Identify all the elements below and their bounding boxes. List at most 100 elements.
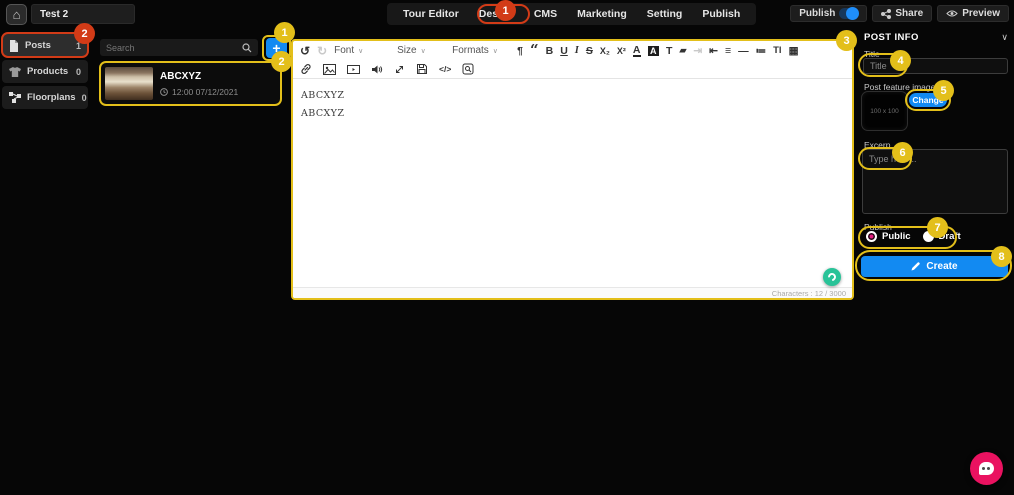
radio-unselected-icon xyxy=(923,231,934,242)
table-icon[interactable]: ▦ xyxy=(789,45,799,57)
editor-toolbar-row2: </> xyxy=(293,60,852,79)
publish-toggle-label: Publish xyxy=(799,8,835,19)
radio-public-label: Public xyxy=(882,231,911,242)
superscript-icon[interactable]: X² xyxy=(617,46,626,56)
sidebar-item-label: Products xyxy=(27,66,70,77)
home-button[interactable]: ⌂ xyxy=(6,4,27,25)
feature-image-placeholder: 100 x 100 xyxy=(861,91,908,131)
toggle-knob xyxy=(846,7,859,20)
indent-icon[interactable]: ⇥ xyxy=(693,45,702,57)
text-style-icon[interactable]: T xyxy=(666,45,672,57)
preview-icon[interactable] xyxy=(462,63,474,75)
underline-icon[interactable]: U xyxy=(560,45,568,57)
tab-marketing[interactable]: Marketing xyxy=(567,8,637,20)
tab-tour-editor[interactable]: Tour Editor xyxy=(393,8,469,20)
widget-ring-icon xyxy=(826,271,837,282)
editor-line: ABCXYZ xyxy=(301,90,844,101)
preview-label: Preview xyxy=(962,8,1000,19)
sidebar-item-posts[interactable]: Posts 1 xyxy=(2,34,88,57)
app-window: ⌂ Tour Editor Design CMS Marketing Setti… xyxy=(0,0,1014,495)
post-meta: ABCXYZ 12:00 07/12/2021 xyxy=(160,71,238,97)
post-datetime: 12:00 07/12/2021 xyxy=(160,87,238,97)
title-input[interactable] xyxy=(863,58,1008,74)
subscript-icon[interactable]: X₂ xyxy=(600,46,610,56)
fullscreen-icon[interactable] xyxy=(394,64,405,75)
radio-selected-icon xyxy=(866,231,877,242)
radio-draft[interactable]: Draft xyxy=(923,231,961,242)
sidebar-item-label: Floorplans xyxy=(27,92,76,103)
editor-content[interactable]: ABCXYZ ABCXYZ xyxy=(293,79,852,287)
horizontal-rule-icon[interactable]: — xyxy=(738,45,749,57)
tab-design[interactable]: Design xyxy=(469,8,524,20)
blockquote-icon[interactable]: “ xyxy=(530,44,539,57)
tab-setting[interactable]: Setting xyxy=(637,8,693,20)
video-icon[interactable] xyxy=(347,64,360,75)
font-dropdown[interactable]: Font ∨ xyxy=(334,45,390,56)
clock-icon xyxy=(160,88,168,96)
sidebar-item-count: 0 xyxy=(82,93,87,103)
tshirt-icon xyxy=(9,67,21,77)
topbar-actions: Publish Share Preview xyxy=(790,5,1009,22)
sidebar-item-count: 0 xyxy=(76,67,81,77)
publish-radio-group: Public Draft xyxy=(866,231,961,242)
character-counter: Characters : 12 / 3000 xyxy=(772,289,846,298)
code-view-icon[interactable]: </> xyxy=(439,64,451,74)
publish-toggle[interactable] xyxy=(839,8,858,19)
chevron-down-icon: ∨ xyxy=(358,47,363,55)
image-icon[interactable] xyxy=(323,64,336,75)
link-icon[interactable] xyxy=(300,63,312,75)
document-icon xyxy=(9,40,19,52)
paragraph-style-icon[interactable]: ¶ xyxy=(517,45,523,57)
search-input[interactable] xyxy=(106,43,242,53)
font-color-icon[interactable]: A xyxy=(633,45,641,57)
post-title: ABCXYZ xyxy=(160,71,238,82)
bold-icon[interactable]: B xyxy=(546,45,554,57)
share-button[interactable]: Share xyxy=(872,5,932,22)
main-nav: Tour Editor Design CMS Marketing Setting… xyxy=(387,3,756,25)
redo-button[interactable]: ↻ xyxy=(317,44,327,58)
save-icon[interactable] xyxy=(416,63,428,75)
accessibility-widget-button[interactable] xyxy=(823,268,841,286)
formats-dropdown[interactable]: Formats∨ xyxy=(452,45,510,56)
tab-cms[interactable]: CMS xyxy=(524,8,567,20)
add-post-button[interactable]: + xyxy=(266,38,287,58)
align-left-icon[interactable]: ≡ xyxy=(725,45,731,57)
tab-publish[interactable]: Publish xyxy=(692,8,750,20)
radio-public[interactable]: Public xyxy=(866,231,911,242)
size-dropdown-label: Size xyxy=(397,45,416,56)
create-button[interactable]: Create xyxy=(861,256,1008,277)
font-dropdown-label: Font xyxy=(334,45,354,56)
editor-line: ABCXYZ xyxy=(301,108,844,119)
post-info-title: POST INFO xyxy=(864,32,919,43)
undo-button[interactable]: ↺ xyxy=(300,44,310,58)
size-dropdown[interactable]: Size ∨ xyxy=(397,45,445,56)
radio-draft-label: Draft xyxy=(939,231,961,242)
editor-toolbar-row1: ↺ ↻ Font∨ Size∨ Formats∨ ¶ “ B U I S X₂ … xyxy=(293,41,852,60)
post-datetime-text: 12:00 07/12/2021 xyxy=(172,87,238,97)
floorplan-nodes-icon xyxy=(9,92,21,103)
sidebar-item-label: Posts xyxy=(25,40,70,51)
outdent-icon[interactable]: ⇤ xyxy=(709,45,718,57)
post-info-header[interactable]: POST INFO ∨ xyxy=(864,32,1008,43)
chat-bubble-icon xyxy=(979,462,994,475)
italic-icon[interactable]: I xyxy=(575,45,579,56)
post-thumbnail xyxy=(105,67,153,100)
chevron-down-icon: ∨ xyxy=(421,47,426,55)
publish-toggle-group[interactable]: Publish xyxy=(790,5,867,22)
sidebar-item-products[interactable]: Products 0 xyxy=(2,60,88,83)
post-list-item[interactable]: ABCXYZ 12:00 07/12/2021 xyxy=(99,61,282,106)
sidebar-item-count: 1 xyxy=(76,41,81,51)
remove-format-icon[interactable]: ▰ xyxy=(679,45,686,56)
list-icon[interactable]: ≔ xyxy=(756,45,767,57)
change-image-button[interactable]: Change xyxy=(909,93,947,107)
highlight-color-icon[interactable]: A xyxy=(648,46,660,56)
chat-button[interactable] xyxy=(970,452,1003,485)
audio-icon[interactable] xyxy=(371,64,383,75)
pencil-icon xyxy=(911,262,920,271)
strikethrough-icon[interactable]: S xyxy=(586,45,593,57)
sidebar-item-floorplans[interactable]: Floorplans 0 xyxy=(2,86,88,109)
project-title-input[interactable] xyxy=(31,4,135,24)
line-height-icon[interactable]: Tl xyxy=(773,45,781,56)
preview-button[interactable]: Preview xyxy=(937,5,1009,22)
excerpt-textarea[interactable] xyxy=(862,149,1008,214)
